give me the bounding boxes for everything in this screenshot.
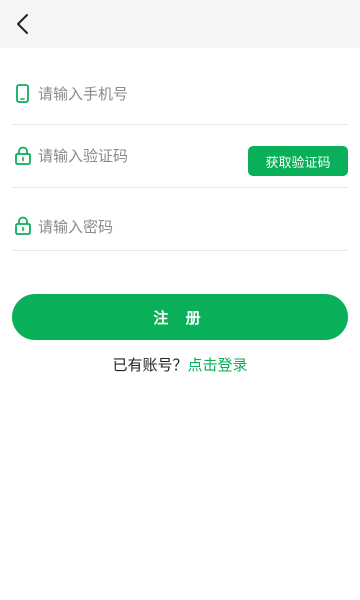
password-field — [12, 189, 348, 251]
phone-icon — [16, 84, 29, 103]
register-button[interactable]: 注 册 — [12, 294, 348, 340]
chevron-left-icon — [17, 14, 28, 34]
verification-code-input[interactable] — [38, 144, 238, 168]
login-prompt-text: 已有账号？ — [112, 356, 188, 374]
password-input[interactable] — [38, 215, 338, 239]
login-prompt: 已有账号？点击登录 — [0, 354, 360, 375]
phone-field — [12, 63, 348, 125]
login-link[interactable]: 点击登录 — [188, 356, 248, 374]
lock-icon — [15, 216, 31, 235]
get-code-button[interactable]: 获取验证码 — [248, 146, 348, 176]
lock-icon — [15, 146, 31, 165]
top-bar — [0, 0, 360, 48]
register-screen: 获取验证码 注 册 已有账号？点击登录 — [0, 0, 360, 600]
verification-code-field: 获取验证码 — [12, 126, 348, 188]
back-button[interactable] — [6, 8, 38, 40]
phone-input[interactable] — [38, 82, 338, 106]
